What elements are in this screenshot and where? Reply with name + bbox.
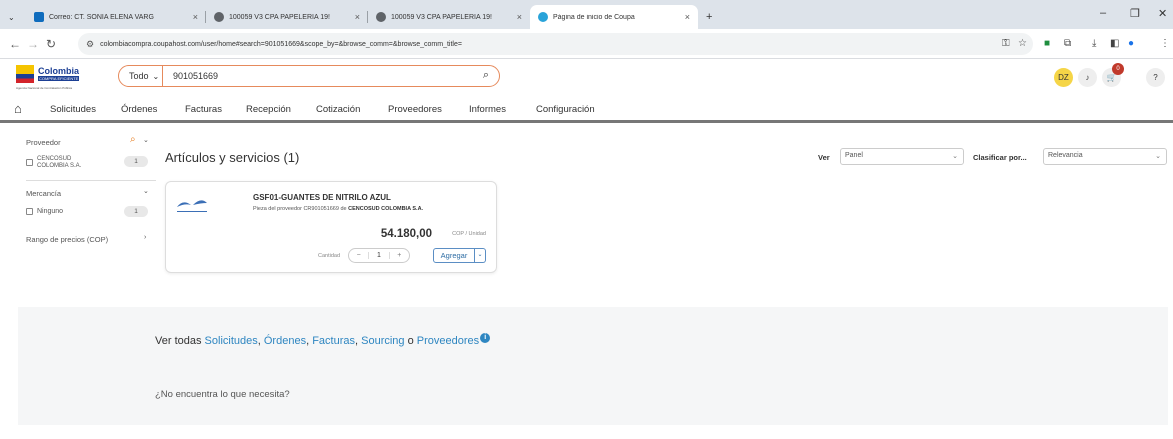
chevron-down-icon[interactable]: ⌄ [143, 136, 149, 144]
profile-icon[interactable]: ● [1128, 38, 1134, 49]
filter-option-cencosud[interactable]: CENCOSUD COLOMBIA S.A. [37, 156, 81, 170]
nav-proveedores[interactable]: Proveedores [388, 104, 442, 115]
item-price: 54.180,00 [380, 228, 432, 240]
item-name[interactable]: GSF01-GUANTES DE NITRILO AZUL [253, 193, 391, 202]
item-description: Pieza del proveedor CR901051669 de CENCO… [253, 206, 424, 212]
home-icon[interactable]: ⌂ [14, 101, 22, 116]
browser-tab[interactable]: Correo: CT. SONIA ELENA VARG × [26, 5, 206, 29]
link-ordenes[interactable]: Órdenes [264, 335, 306, 347]
main-nav: ⌂ Solicitudes Órdenes Facturas Recepción… [0, 96, 1173, 123]
chevron-down-icon: ⌄ [477, 252, 483, 258]
colombia-compra-logo[interactable]: Colombia COMPRA EFICIENTE Agencia Nacion… [16, 65, 106, 91]
nav-configuracion[interactable]: Configuración [536, 104, 595, 115]
chevron-down-icon: ⌄ [1155, 153, 1161, 160]
nav-informes[interactable]: Informes [469, 104, 506, 115]
filter-count: 1 [124, 156, 148, 167]
nav-ordenes[interactable]: Órdenes [121, 104, 157, 115]
link-facturas[interactable]: Facturas [312, 335, 355, 347]
password-key-icon[interactable]: ⚿ [1002, 38, 1010, 49]
filter-option-ninguno[interactable]: Ninguno [37, 208, 63, 215]
chevron-down-icon: ⌄ [952, 153, 958, 160]
outlook-icon [34, 12, 44, 22]
sidepanel-icon[interactable]: ◧ [1110, 38, 1119, 49]
user-avatar[interactable]: DZ [1054, 68, 1073, 87]
info-icon[interactable]: i [480, 333, 491, 343]
browser-tab[interactable]: 100059 V3 CPA PAPELERIA 19! × [206, 5, 368, 29]
minimize-icon[interactable]: – [1100, 7, 1106, 19]
divider [26, 180, 156, 181]
filter-proveedor-header: Proveedor [26, 138, 61, 147]
browser-toolbar: ← → ↻ ⚙ colombiacompra.coupahost.com/use… [0, 29, 1173, 59]
add-options-dropdown[interactable]: ⌄ [475, 248, 486, 263]
flag-icon [16, 65, 34, 83]
search-icon[interactable]: ⌕ [130, 134, 136, 145]
filter-mercancia-header: Mercancía [26, 189, 62, 198]
browser-tab[interactable]: 100059 V3 CPA PAPELERIA 19! × [368, 5, 530, 29]
item-unit: COP / Unidad [452, 231, 486, 237]
close-window-icon[interactable]: ✕ [1158, 7, 1167, 20]
chevron-right-icon[interactable]: › [144, 234, 146, 241]
item-card: GSF01-GUANTES DE NITRILO AZUL Pieza del … [165, 181, 497, 273]
nav-facturas[interactable]: Facturas [185, 104, 222, 115]
close-icon[interactable]: × [187, 12, 198, 22]
search-input[interactable]: 901051669 [173, 71, 218, 81]
quantity-label: Cantidad [318, 253, 341, 259]
forward-icon[interactable]: → [24, 37, 42, 51]
new-tab-button[interactable]: + [698, 5, 718, 29]
download-icon[interactable]: ⤓ [1092, 38, 1096, 49]
nav-cotizacion[interactable]: Cotización [316, 104, 360, 115]
address-bar[interactable]: ⚙ colombiacompra.coupahost.com/user/home… [78, 33, 1033, 55]
view-all-links: Ver todas Solicitudes, Órdenes, Facturas… [155, 333, 491, 347]
cart-count-badge: 0 [1112, 63, 1124, 75]
search-icon[interactable]: ⌕ [483, 69, 489, 82]
link-sourcing[interactable]: Sourcing [361, 335, 404, 347]
help-button[interactable]: ? [1146, 68, 1165, 87]
nav-recepcion[interactable]: Recepción [246, 104, 291, 115]
quantity-stepper: − 1 + [348, 248, 410, 263]
coupa-icon [538, 12, 548, 22]
link-solicitudes[interactable]: Solicitudes [205, 335, 258, 347]
filter-checkbox-cencosud[interactable] [26, 159, 33, 166]
extension-sheets-icon[interactable]: ■ [1044, 38, 1050, 49]
close-icon[interactable]: × [511, 12, 522, 22]
minus-button[interactable]: − [349, 252, 368, 259]
notifications-bell-icon[interactable]: ♪ [1078, 68, 1097, 87]
supplier-logo-icon [177, 200, 207, 212]
link-proveedores[interactable]: Proveedores [417, 335, 479, 347]
filter-count: 1 [124, 206, 148, 217]
add-to-cart-button[interactable]: Agregar [433, 248, 475, 263]
view-select[interactable]: Panel ⌄ [840, 148, 964, 165]
chevron-down-icon[interactable]: ⌄ [143, 187, 149, 195]
global-search: Todo ⌄ 901051669 ⌕ [118, 65, 500, 87]
filter-price-range[interactable]: Rango de precios (COP) [26, 235, 108, 244]
reload-icon[interactable]: ↻ [42, 37, 60, 51]
tab-search-menu[interactable]: ⌄ [0, 5, 26, 29]
bookmark-star-icon[interactable]: ☆ [1018, 38, 1027, 49]
filter-checkbox-ninguno[interactable] [26, 208, 33, 215]
plus-button[interactable]: + [390, 252, 409, 259]
view-label: Ver [818, 153, 830, 162]
back-icon[interactable]: ← [6, 37, 24, 51]
sort-label: Clasificar por... [973, 153, 1027, 162]
app-header: Colombia COMPRA EFICIENTE Agencia Nacion… [0, 59, 1173, 96]
chevron-down-icon: ⌄ [152, 71, 160, 81]
browser-tab-active[interactable]: Página de inicio de Coupa × [530, 5, 698, 29]
more-menu-icon[interactable]: ⋮ [1160, 38, 1170, 49]
results-title: Artículos y servicios (1) [165, 150, 300, 165]
close-icon[interactable]: × [349, 12, 360, 22]
restore-icon[interactable]: ❐ [1130, 7, 1140, 20]
globe-icon [376, 12, 386, 22]
nav-solicitudes[interactable]: Solicitudes [50, 104, 96, 115]
chevron-down-icon: ⌄ [8, 12, 15, 22]
close-icon[interactable]: × [679, 12, 690, 22]
help-panel [18, 307, 1168, 425]
browser-tabstrip: ⌄ Correo: CT. SONIA ELENA VARG × 100059 … [0, 0, 1173, 29]
site-info-icon[interactable]: ⚙ [86, 39, 94, 50]
search-scope-dropdown[interactable]: Todo ⌄ [119, 66, 163, 86]
not-found-text: ¿No encuentra lo que necesita? [155, 389, 290, 400]
quantity-input[interactable]: 1 [368, 252, 390, 259]
sort-select[interactable]: Relevancia ⌄ [1043, 148, 1167, 165]
extensions-icon[interactable]: ⧉ [1064, 38, 1071, 49]
globe-icon [214, 12, 224, 22]
